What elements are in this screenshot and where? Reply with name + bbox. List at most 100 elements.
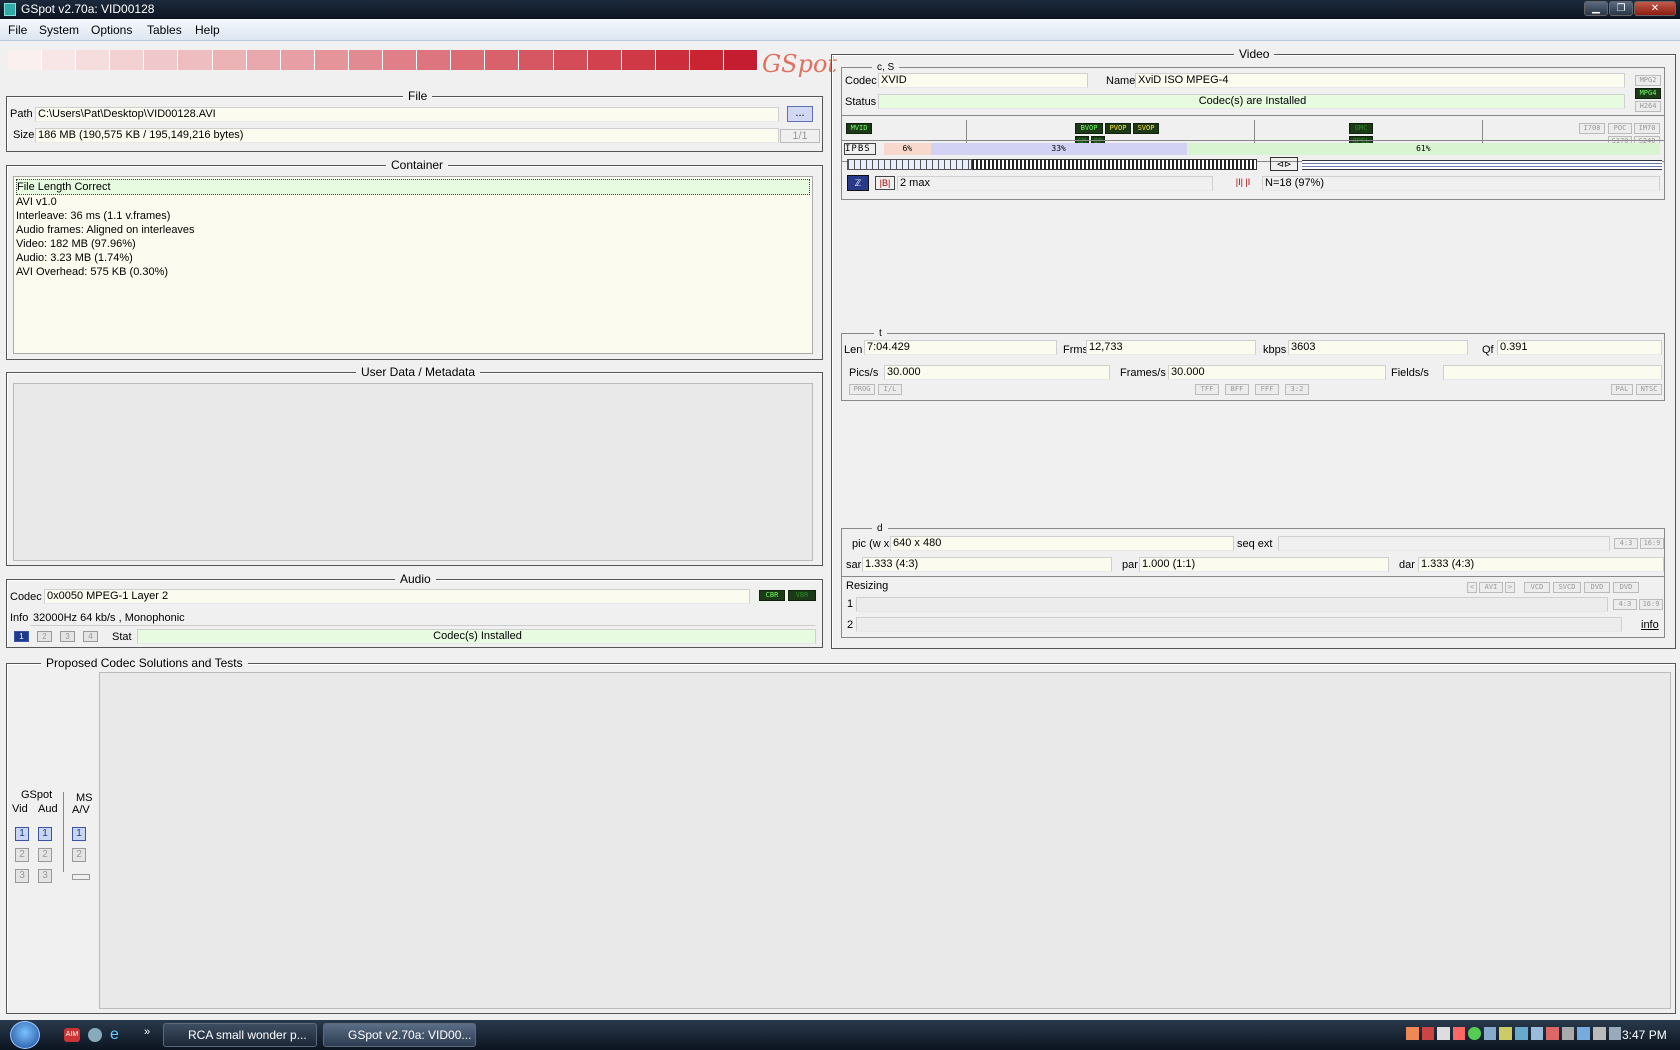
start-orb[interactable]	[10, 1021, 40, 1049]
tray-icon[interactable]	[1530, 1027, 1544, 1040]
menu-file[interactable]: File	[8, 23, 27, 37]
dvd2-flag: DVD	[1613, 582, 1639, 593]
len-field: 7:04.429	[864, 340, 1057, 355]
tray-icon[interactable]	[1421, 1027, 1435, 1040]
banner-cell	[723, 50, 759, 70]
seqext-label: seq ext	[1237, 538, 1273, 550]
file-title: File	[403, 89, 433, 103]
desktop-icon[interactable]	[88, 1028, 102, 1042]
aim-icon[interactable]: AIM	[64, 1028, 80, 1042]
prog-flag: PROG	[849, 384, 875, 395]
pic-field: 640 x 480	[890, 536, 1234, 551]
network-icon[interactable]	[1577, 1027, 1590, 1040]
tray-icon[interactable]	[1546, 1027, 1559, 1040]
vid-test-1[interactable]: 1	[15, 827, 29, 841]
banner-cell	[314, 50, 349, 70]
menu-tables[interactable]: Tables	[147, 23, 182, 37]
video-name-label: Name	[1106, 75, 1136, 87]
container-line: Interleave: 36 ms (1.1 v.frames)	[16, 210, 171, 222]
audio-info-field: 32000Hz 64 kb/s , Monophonic	[30, 611, 816, 626]
dar-field: 1.333 (4:3)	[1418, 557, 1664, 572]
banner-cell	[8, 50, 43, 70]
path-label: Path	[10, 108, 33, 120]
maximize-button[interactable]: ❐	[1609, 1, 1633, 16]
h264-flag: H264	[1635, 101, 1661, 112]
tray-icon[interactable]	[1437, 1027, 1450, 1040]
b-span-icon: |B|	[875, 176, 895, 190]
menu-help[interactable]: Help	[195, 23, 220, 37]
frms-label: Frms	[1063, 344, 1089, 356]
audio-codec-label: Codec	[10, 591, 42, 603]
browse-button[interactable]: ...	[787, 106, 813, 122]
tray-icon[interactable]	[1406, 1027, 1419, 1040]
tray-icon[interactable]	[1561, 1027, 1575, 1040]
aud-test-2[interactable]: 2	[38, 848, 52, 862]
container-line: AVI Overhead: 575 KB (0.30%)	[16, 266, 169, 278]
audio-stream-2[interactable]: 2	[37, 631, 52, 642]
container-info[interactable]: File Length Correct AVI v1.0 Interleave:…	[13, 176, 813, 354]
qf-label: Qf	[1482, 344, 1494, 356]
taskbar: AIM e » RCA small wonder p... GSpot v2.7…	[0, 1020, 1680, 1050]
userdata-area[interactable]	[13, 383, 813, 561]
ie-icon[interactable]: e	[110, 1026, 128, 1044]
audio-codec-field: 0x0050 MPEG-1 Layer 2	[44, 589, 750, 604]
banner-cell	[212, 50, 247, 70]
tray-icon[interactable]	[1515, 1027, 1528, 1040]
svop-flag: SVOP	[1133, 123, 1159, 134]
tray-icon[interactable]	[1452, 1027, 1466, 1040]
resize-row-2: 2	[847, 619, 854, 631]
audio-stream-4[interactable]: 4	[83, 631, 98, 642]
pics-field: 30.000	[884, 365, 1110, 380]
banner-cell	[485, 50, 520, 70]
tray-icon[interactable]	[1483, 1027, 1497, 1040]
taskbar-item-rca[interactable]: RCA small wonder p...	[163, 1023, 317, 1047]
t-label: t	[874, 327, 887, 341]
frames-label: Frames/s	[1120, 367, 1166, 379]
app-icon	[4, 3, 16, 16]
audio-stream-3[interactable]: 3	[60, 631, 75, 642]
n-span-icon: |I| |I	[1235, 177, 1251, 187]
svcd-flag: SVCD	[1553, 582, 1581, 593]
kbps-field: 3603	[1288, 340, 1468, 355]
aud-test-1[interactable]: 1	[38, 827, 52, 841]
proposed-area[interactable]	[99, 672, 1671, 1009]
banner-strip	[8, 50, 759, 70]
clock[interactable]: 3:47 PM	[1622, 1028, 1667, 1042]
audio-stream-1[interactable]: 1	[14, 631, 29, 642]
frame-stats: IPBS 6% 33% 61% ⊲⊳ ℤ |B| 2 max |I| |I N=…	[841, 140, 1665, 200]
close-button[interactable]: ✕	[1634, 1, 1676, 16]
bff-flag: BFF	[1225, 384, 1249, 395]
menu-options[interactable]: Options	[91, 23, 132, 37]
taskbar-item-gspot[interactable]: GSpot v2.70a: VID00...	[323, 1023, 476, 1047]
vid-test-3[interactable]: 3	[15, 869, 29, 883]
menu-system[interactable]: System	[39, 23, 79, 37]
ms-test-2[interactable]: 2	[72, 848, 86, 862]
frms-field: 12,733	[1086, 340, 1256, 355]
aud-test-3[interactable]: 3	[38, 869, 52, 883]
ms-test-3[interactable]	[72, 874, 90, 880]
info-link[interactable]: info	[1641, 619, 1659, 631]
vid-test-2[interactable]: 2	[15, 848, 29, 862]
quicklaunch-chevron-icon[interactable]: »	[144, 1026, 150, 1038]
banner-cell	[587, 50, 622, 70]
gop-lines	[1302, 160, 1662, 170]
minimize-button[interactable]: ▁	[1584, 1, 1608, 16]
banner-cell	[417, 50, 452, 70]
window-title: GSpot v2.70a: VID00128	[21, 2, 155, 16]
path-field[interactable]: C:\Users\Pat\Desktop\VID00128.AVI	[35, 107, 779, 122]
file-group: File Path C:\Users\Pat\Desktop\VID00128.…	[6, 89, 823, 152]
tray-icon[interactable]	[1499, 1027, 1513, 1040]
vcd-flag: VCD	[1524, 582, 1550, 593]
video-group: Video c, S Codec XVID Name XviD ISO MPEG…	[831, 47, 1676, 649]
banner-cell	[280, 50, 315, 70]
tray-icon[interactable]	[1468, 1027, 1481, 1040]
tray-icon[interactable]	[1608, 1027, 1622, 1040]
volume-icon[interactable]	[1592, 1027, 1606, 1040]
ms-test-1[interactable]: 1	[72, 827, 86, 841]
i708-flag: I708	[1579, 123, 1605, 134]
audio-stat-label: Stat	[112, 631, 132, 643]
av-label: A/V	[72, 804, 90, 816]
fff-flag: FFF	[1255, 384, 1279, 395]
banner-cell	[689, 50, 724, 70]
seqext-field	[1278, 536, 1610, 551]
